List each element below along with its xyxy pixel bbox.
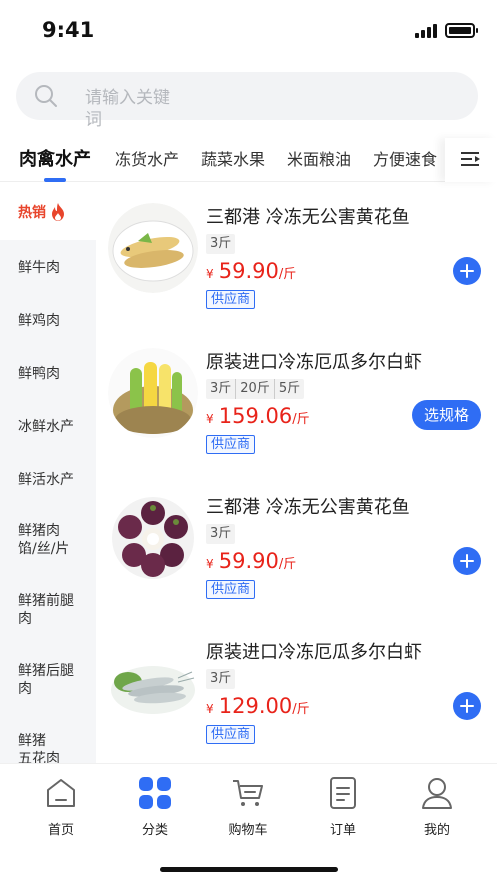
add-to-cart-button[interactable] <box>453 257 481 285</box>
tabbar-profile[interactable]: 我的 <box>402 776 472 838</box>
product-card[interactable]: 原装进口冷冻厄瓜多尔白虾 3斤 20斤 5斤 ¥ 159.06/斤 供应商 选规… <box>96 328 497 473</box>
active-tab-indicator <box>44 178 66 182</box>
search-icon <box>35 85 57 107</box>
spec-tag: 3斤 <box>206 379 237 399</box>
add-to-cart-button[interactable] <box>453 547 481 575</box>
sidebar-item-live-seafood[interactable]: 鲜活水产 <box>0 452 96 505</box>
spec-tag: 3斤 <box>210 526 232 541</box>
product-image-corn <box>108 348 198 438</box>
product-price: ¥ 159.06/斤 <box>206 404 310 428</box>
product-name: 原装进口冷冻厄瓜多尔白虾 <box>206 352 422 373</box>
category-grid-icon <box>139 777 171 809</box>
product-spec-tags: 3斤 20斤 5斤 <box>206 379 305 399</box>
sidebar-item-hot[interactable]: 热销 <box>0 183 96 240</box>
tabbar-home[interactable]: 首页 <box>26 776 96 838</box>
supplier-badge: 供应商 <box>206 290 256 309</box>
spec-tag: 3斤 <box>210 236 232 251</box>
sidebar-item-pork-mince[interactable]: 鲜猪肉 馅/丝/片 <box>0 505 96 575</box>
product-price: ¥ 59.90/斤 <box>206 259 297 283</box>
product-card[interactable]: 三都港 冷冻无公害黄花鱼 3斤 ¥ 59.90/斤 供应商 <box>96 183 497 328</box>
supplier-badge: 供应商 <box>206 725 256 744</box>
bottom-tab-bar: 首页 分类 购物车 订单 我的 <box>0 763 497 883</box>
category-menu-button[interactable] <box>445 138 497 182</box>
product-name: 原装进口冷冻厄瓜多尔白虾 <box>206 642 422 663</box>
tabbar-category[interactable]: 分类 <box>120 776 190 838</box>
flame-icon <box>52 202 64 221</box>
tabbar-cart[interactable]: 购物车 <box>213 776 283 838</box>
user-icon <box>422 778 452 809</box>
status-bar: 9:41 <box>0 0 497 60</box>
subcategory-sidebar: 热销 鲜牛肉 鲜鸡肉 鲜鸭肉 冰鲜水产 鲜活水产 鲜猪肉 馅/丝/片 鲜猪前腿肉 … <box>0 183 96 763</box>
battery-icon <box>445 23 478 38</box>
search-placeholder: 请输入关键 词 <box>85 88 170 130</box>
supplier-badge: 供应商 <box>206 435 256 454</box>
sidebar-item-chicken[interactable]: 鲜鸡肉 <box>0 293 96 346</box>
tab-frozen-seafood[interactable]: 冻货水产 <box>115 146 179 170</box>
product-image-shrimp <box>108 638 198 728</box>
sidebar-item-pork-belly[interactable]: 鲜猪 五花肉 <box>0 715 96 763</box>
tab-meat-poultry-seafood[interactable]: 肉禽水产 <box>19 145 91 171</box>
product-list: 三都港 冷冻无公害黄花鱼 3斤 ¥ 59.90/斤 供应商 原装进口冷冻厄瓜多尔… <box>96 183 497 763</box>
order-document-icon <box>330 777 356 809</box>
product-price: ¥ 59.90/斤 <box>206 549 297 573</box>
product-price: ¥ 129.00/斤 <box>206 694 310 718</box>
product-card[interactable]: 三都港 冷冻无公害黄花鱼 3斤 ¥ 59.90/斤 供应商 <box>96 473 497 618</box>
search-bar[interactable]: 请输入关键 词 <box>16 72 478 130</box>
product-spec-tags: 3斤 <box>206 669 236 689</box>
signal-icon <box>415 23 437 38</box>
product-spec-tags: 3斤 <box>206 234 236 254</box>
add-to-cart-button[interactable] <box>453 692 481 720</box>
sidebar-item-chilled-seafood[interactable]: 冰鲜水产 <box>0 399 96 452</box>
product-image-mangosteen <box>108 493 198 583</box>
tab-vegetables-fruit[interactable]: 蔬菜水果 <box>201 146 265 170</box>
product-spec-tags: 3斤 <box>206 524 236 544</box>
product-card[interactable]: 原装进口冷冻厄瓜多尔白虾 3斤 ¥ 129.00/斤 供应商 <box>96 618 497 763</box>
select-spec-button[interactable]: 选规格 <box>412 400 481 430</box>
list-menu-icon <box>461 152 480 166</box>
home-indicator <box>160 867 338 872</box>
sidebar-item-pork-front-leg[interactable]: 鲜猪前腿肉 <box>0 575 96 645</box>
tab-instant-food[interactable]: 方便速食 <box>373 146 437 170</box>
status-time: 9:41 <box>42 18 95 42</box>
product-name: 三都港 冷冻无公害黄花鱼 <box>206 207 410 228</box>
supplier-badge: 供应商 <box>206 580 256 599</box>
cart-icon <box>233 780 263 806</box>
tabbar-orders[interactable]: 订单 <box>308 776 378 838</box>
spec-tag: 3斤 <box>210 671 232 686</box>
product-name: 三都港 冷冻无公害黄花鱼 <box>206 497 410 518</box>
sidebar-item-pork-hind-leg[interactable]: 鲜猪后腿肉 <box>0 645 96 715</box>
sidebar-item-beef[interactable]: 鲜牛肉 <box>0 240 96 293</box>
sidebar-item-duck[interactable]: 鲜鸭肉 <box>0 346 96 399</box>
spec-tag: 5斤 <box>278 381 301 396</box>
tab-rice-flour-oil[interactable]: 米面粮油 <box>287 146 351 170</box>
spec-tag: 20斤 <box>236 379 275 399</box>
category-tabs: 肉禽水产 冻货水产 蔬菜水果 米面粮油 方便速食 <box>0 138 497 182</box>
product-image-yellow-croaker <box>108 203 198 293</box>
status-icons <box>415 23 478 38</box>
home-icon <box>47 779 75 807</box>
